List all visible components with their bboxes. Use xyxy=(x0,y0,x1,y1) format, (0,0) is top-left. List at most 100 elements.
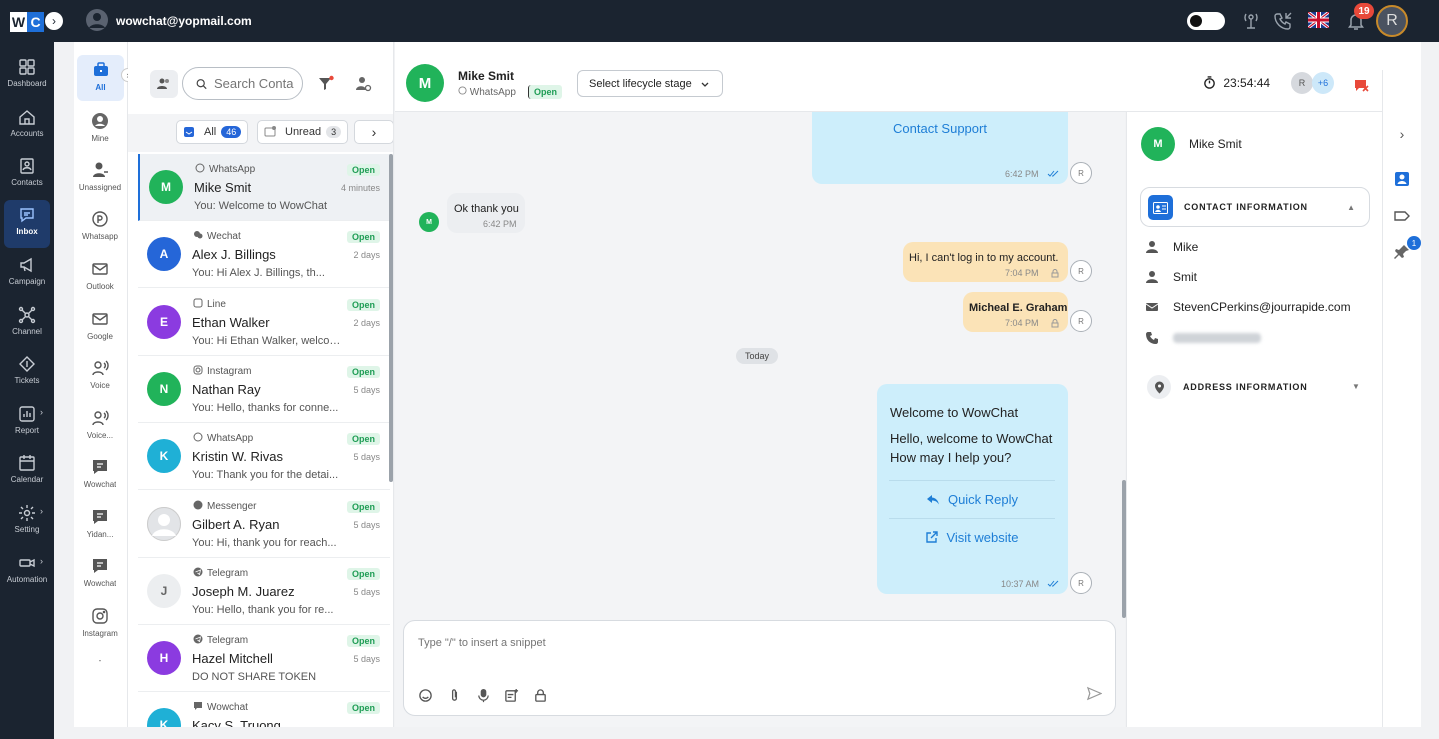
user-avatar-icon[interactable] xyxy=(86,9,108,31)
conversation-item[interactable]: K Wowchat Kacy S. Truong Open xyxy=(138,692,390,727)
theme-toggle[interactable] xyxy=(1187,12,1225,30)
filter-button[interactable] xyxy=(317,75,335,93)
template-button[interactable] xyxy=(504,688,520,704)
emoji-button[interactable] xyxy=(418,688,434,704)
tab-all[interactable]: All 46 xyxy=(176,120,249,144)
channel-wowchat-2[interactable]: Wowchat xyxy=(74,557,126,588)
expand-panel-button[interactable]: › xyxy=(1393,126,1411,144)
nav-calendar[interactable]: Calendar xyxy=(0,448,54,496)
private-note-button[interactable] xyxy=(533,688,549,704)
app-logo[interactable]: WC xyxy=(10,11,44,33)
location-pin-icon xyxy=(1147,375,1171,399)
channel-name: WhatsApp xyxy=(207,433,254,445)
sidebar-toggle-button[interactable]: › xyxy=(45,12,63,30)
visit-website-button[interactable]: Visit website xyxy=(889,518,1055,556)
conversation-contact-name: Gilbert A. Ryan xyxy=(192,516,280,532)
lock-icon xyxy=(1051,319,1059,328)
channel-voice-2[interactable]: Voice... xyxy=(74,409,126,440)
nav-tickets[interactable]: Tickets xyxy=(0,349,54,397)
nav-label: Contacts xyxy=(11,178,43,187)
channel-wowchat[interactable]: Wowchat xyxy=(74,458,126,489)
conversation-item[interactable]: E Line Ethan Walker You: Hi Ethan Walker, w… xyxy=(138,289,390,356)
message-time: 6:42 PM xyxy=(1005,169,1039,179)
channel-filter-column: All Mine Unassigned Whatsapp Outlook Goo… xyxy=(74,42,128,727)
contact-information-header[interactable]: CONTACT INFORMATION ▲ xyxy=(1140,187,1370,227)
channel-yidan[interactable]: Yidan... xyxy=(74,508,126,539)
conversation-time: 2 days xyxy=(353,250,380,261)
contact-channel: WhatsApp xyxy=(458,86,516,98)
message-bubble-incoming: Ok thank you 6:42 PM xyxy=(447,193,525,233)
conversation-item[interactable]: H Telegram Hazel Mitchell DO NOT SHARE TOKE… xyxy=(138,625,390,693)
channel-mine[interactable]: Mine xyxy=(74,112,126,143)
contact-avatar[interactable]: M xyxy=(406,64,444,102)
nav-automation[interactable]: › Automation xyxy=(0,548,54,596)
more-agents-badge[interactable]: +6 xyxy=(1312,72,1334,94)
contact-support-button[interactable]: Contact Support xyxy=(812,121,1068,136)
channel-label: Wowchat xyxy=(83,480,117,489)
agent-avatar[interactable]: R xyxy=(1291,72,1313,94)
labels-tab[interactable] xyxy=(1393,207,1411,225)
email-value[interactable]: StevenCPerkins@jourrapide.com xyxy=(1173,300,1351,314)
channel-name: Line xyxy=(207,298,226,310)
phone-call-icon[interactable] xyxy=(1273,11,1293,31)
profile-avatar[interactable]: R xyxy=(1376,5,1408,37)
channel-voice[interactable]: Voice xyxy=(74,359,126,390)
chevron-right-icon: › xyxy=(40,556,43,566)
conversation-item[interactable]: M WhatsApp Mike Smit You: Welcome to WowCha… xyxy=(138,154,390,221)
contact-card-tab[interactable] xyxy=(1393,170,1411,188)
signal-icon[interactable] xyxy=(1241,11,1261,31)
quick-reply-button[interactable]: Quick Reply xyxy=(889,480,1055,518)
nav-report[interactable]: › Report xyxy=(0,399,54,447)
contacts-group-button[interactable] xyxy=(150,70,178,98)
conversation-item[interactable]: N Instagram Nathan Ray You: Hello, thanks f… xyxy=(138,356,390,423)
status-badge: Open xyxy=(346,702,380,715)
search-input[interactable] xyxy=(214,76,302,91)
lifecycle-select[interactable]: Select lifecycle stage xyxy=(577,70,723,97)
conversation-scrollbar[interactable] xyxy=(389,154,393,482)
tab-all-label: All xyxy=(204,126,217,138)
nav-inbox[interactable]: Inbox xyxy=(4,200,50,248)
reply-icon xyxy=(926,494,939,504)
nav-accounts[interactable]: Accounts xyxy=(0,102,54,150)
nav-contacts[interactable]: Contacts xyxy=(0,151,54,199)
conversation-channel: Wowchat xyxy=(193,701,248,714)
send-icon xyxy=(1086,686,1103,701)
nav-channel[interactable]: Channel xyxy=(0,300,54,348)
channel-label: Outlook xyxy=(86,282,114,291)
channel-label: - xyxy=(98,656,102,665)
address-information-header[interactable]: ADDRESS INFORMATION ▼ xyxy=(1147,375,1360,399)
channel-outlook[interactable]: Outlook xyxy=(74,260,126,291)
assign-user-button[interactable] xyxy=(354,75,372,93)
channel-google[interactable]: Google xyxy=(74,310,126,341)
nav-label: Channel xyxy=(12,327,42,336)
channel-instagram[interactable]: Instagram xyxy=(74,607,126,638)
sender-avatar: R xyxy=(1070,572,1092,594)
send-button[interactable] xyxy=(1086,686,1103,702)
attach-button[interactable] xyxy=(447,688,463,704)
nav-dashboard[interactable]: Dashboard xyxy=(0,52,54,100)
tabs-next-button[interactable]: › xyxy=(354,120,393,144)
search-box[interactable] xyxy=(182,67,303,100)
template-body-line: How may I help you? xyxy=(890,450,1012,465)
user-email[interactable]: wowchat@yopmail.com xyxy=(116,14,252,28)
close-conversation-button[interactable] xyxy=(1353,77,1369,93)
channel-all[interactable]: All xyxy=(77,55,124,101)
channel-name: Wowchat xyxy=(207,702,248,714)
chat-icon xyxy=(93,510,107,524)
channel-unassigned[interactable]: Unassigned xyxy=(74,161,126,192)
tab-unread[interactable]: Unread 3 xyxy=(257,120,349,144)
message-input[interactable] xyxy=(418,637,1018,649)
voice-record-button[interactable] xyxy=(476,688,492,704)
conversation-item[interactable]: K WhatsApp Kristin W. Rivas You: Thank you … xyxy=(138,423,390,491)
channel-whatsapp[interactable]: Whatsapp xyxy=(74,210,126,241)
last-name-row: Smit xyxy=(1145,267,1197,287)
conversation-timer: 23:54:44 xyxy=(1203,76,1270,90)
last-name-value: Smit xyxy=(1173,270,1197,284)
conversation-item[interactable]: Messenger Gilbert A. Ryan You: Hi, thank y… xyxy=(138,491,390,558)
contact-name: Mike Smit xyxy=(1189,137,1242,151)
conversation-item[interactable]: A Wechat Alex J. Billings You: Hi Alex J. B… xyxy=(138,221,390,289)
nav-campaign[interactable]: Campaign xyxy=(0,250,54,298)
nav-setting[interactable]: › Setting xyxy=(0,498,54,546)
conversation-item[interactable]: J Telegram Joseph M. Juarez You: Hello, tha… xyxy=(138,558,390,625)
uk-flag-icon[interactable] xyxy=(1308,12,1329,28)
